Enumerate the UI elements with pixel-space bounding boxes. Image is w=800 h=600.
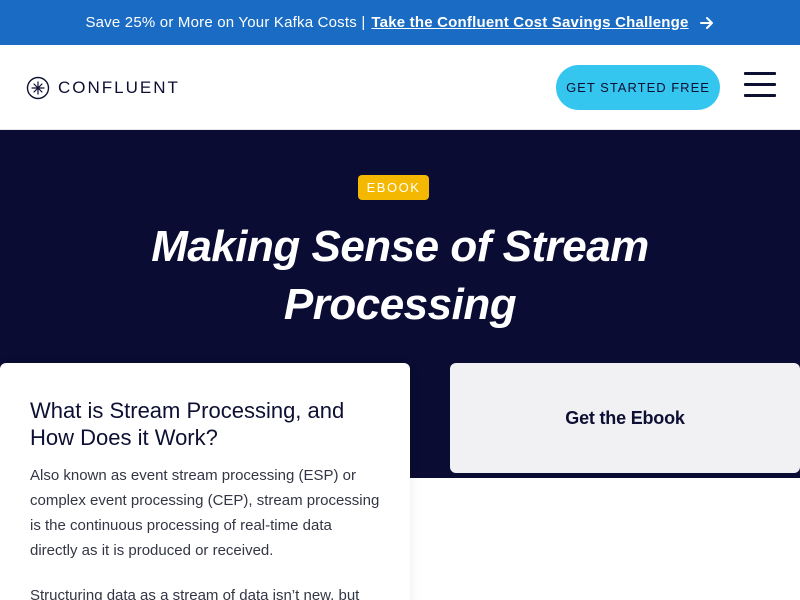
logo-text: CONFLUENT bbox=[58, 78, 180, 97]
get-started-button[interactable]: GET STARTED FREE bbox=[556, 65, 720, 110]
promo-text: Save 25% or More on Your Kafka Costs | bbox=[85, 14, 366, 31]
get-ebook-label: Get the Ebook bbox=[565, 407, 685, 428]
menu-bar bbox=[744, 83, 776, 86]
logo[interactable]: CONFLUENT bbox=[26, 76, 180, 100]
section-heading: What is Stream Processing, and How Does … bbox=[30, 398, 345, 450]
promo-link[interactable]: Take the Confluent Cost Savings Challeng… bbox=[371, 14, 688, 31]
get-ebook-card[interactable]: Get the Ebook bbox=[450, 363, 800, 473]
confluent-logo-icon bbox=[26, 76, 50, 100]
body-paragraph: Structuring data as a stream of data isn… bbox=[30, 587, 360, 600]
menu-bar bbox=[744, 72, 776, 75]
menu-bar bbox=[744, 94, 776, 97]
hamburger-menu-icon[interactable] bbox=[744, 72, 776, 98]
promo-banner: Save 25% or More on Your Kafka Costs | T… bbox=[0, 0, 800, 45]
content-card: What is Stream Processing, and How Does … bbox=[0, 363, 410, 600]
site-header: CONFLUENT GET STARTED FREE bbox=[0, 45, 800, 130]
arrow-right-icon[interactable] bbox=[699, 15, 715, 31]
page-title: Making Sense of Stream Processing bbox=[151, 222, 649, 329]
body-paragraph: Also known as event stream processing (E… bbox=[30, 467, 380, 559]
ebook-badge: EBOOK bbox=[358, 175, 429, 200]
